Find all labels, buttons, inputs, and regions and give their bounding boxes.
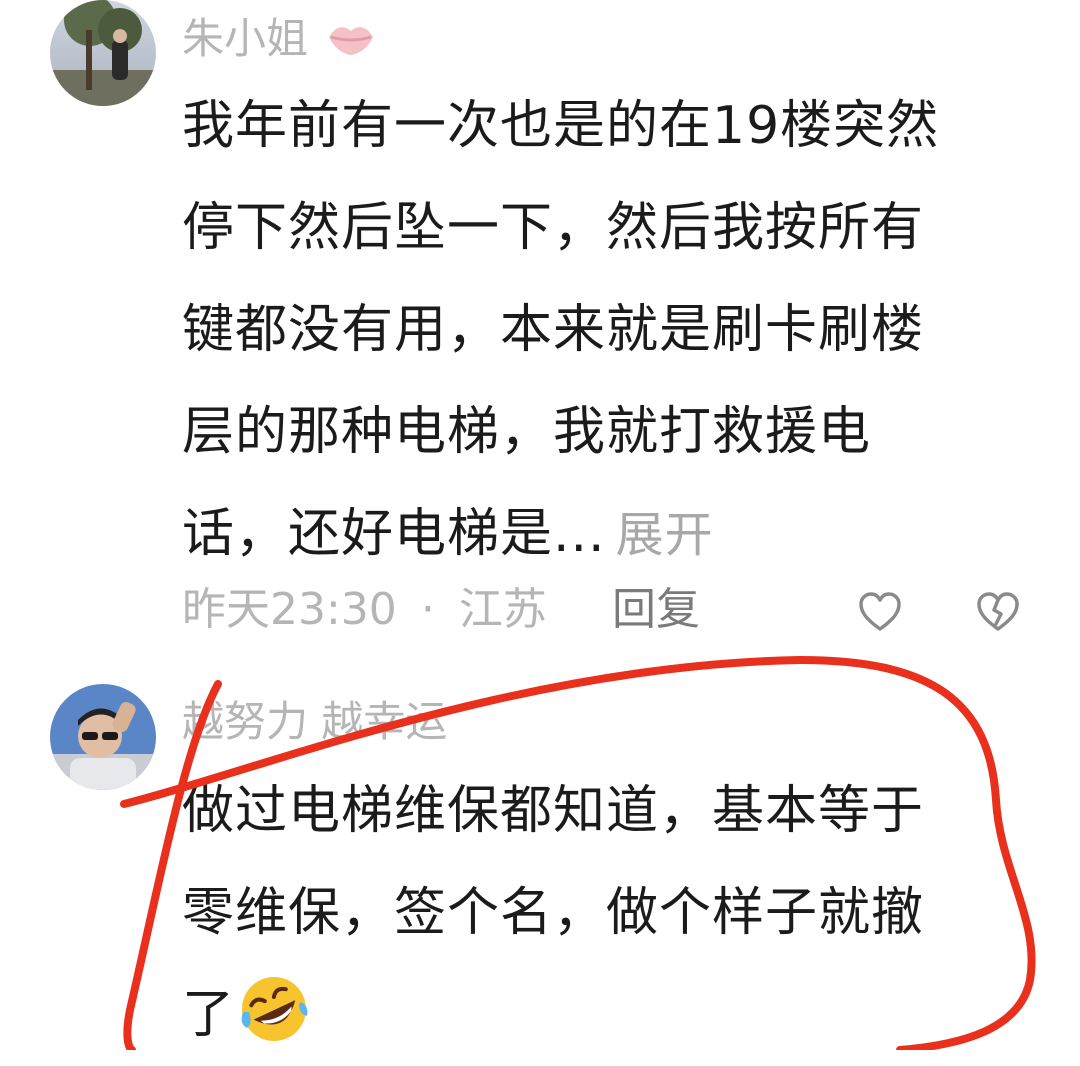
comment-line-last: 了 (182, 964, 1022, 1066)
lips-icon (325, 17, 377, 70)
username-text: 越努力 越幸运 (182, 697, 448, 746)
comment-line: 做过电梯维保都知道，基本等于 (182, 781, 925, 841)
comment-line-last: 话，还好电梯是... 展开 (182, 483, 1022, 585)
username[interactable]: 越努力 越幸运 (182, 697, 447, 747)
timestamp: 昨天23:30 (182, 584, 397, 635)
expand-link[interactable]: 展开 (616, 507, 714, 563)
username-text: 朱小姐 (182, 14, 309, 63)
comment-meta: 昨天23:30 · 江苏 回复 (182, 584, 700, 635)
meta-separator: · (420, 584, 435, 635)
comment-line-text: 了 (182, 985, 236, 1045)
comment-line: 键都没有用，本来就是刷卡刷楼 (182, 300, 925, 360)
broken-heart-icon[interactable] (974, 588, 1022, 636)
avatar[interactable] (50, 684, 156, 790)
comment-body: 做过电梯维保都知道，基本等于 零维保，签个名，做个样子就撤 了 (182, 760, 1022, 1066)
comment-line: 层的那种电梯，我就打救援电 (182, 402, 872, 462)
location: 江苏 (458, 584, 547, 635)
reply-button[interactable]: 回复 (612, 585, 700, 635)
rolling-on-floor-laughing-emoji (237, 972, 311, 1046)
comment-line: 零维保，签个名，做个样子就撤 (182, 883, 925, 943)
username[interactable]: 朱小姐 (182, 14, 377, 70)
comment-line: 停下然后坠一下，然后我按所有 (182, 198, 925, 258)
comment-body: 我年前有一次也是的在19楼突然 停下然后坠一下，然后我按所有 键都没有用，本来就… (182, 75, 1022, 585)
avatar[interactable] (50, 0, 156, 106)
comment-line: 我年前有一次也是的在19楼突然 (182, 96, 940, 156)
comment-line-text: 话，还好电梯是... (182, 504, 606, 564)
heart-outline-icon[interactable] (856, 588, 904, 636)
